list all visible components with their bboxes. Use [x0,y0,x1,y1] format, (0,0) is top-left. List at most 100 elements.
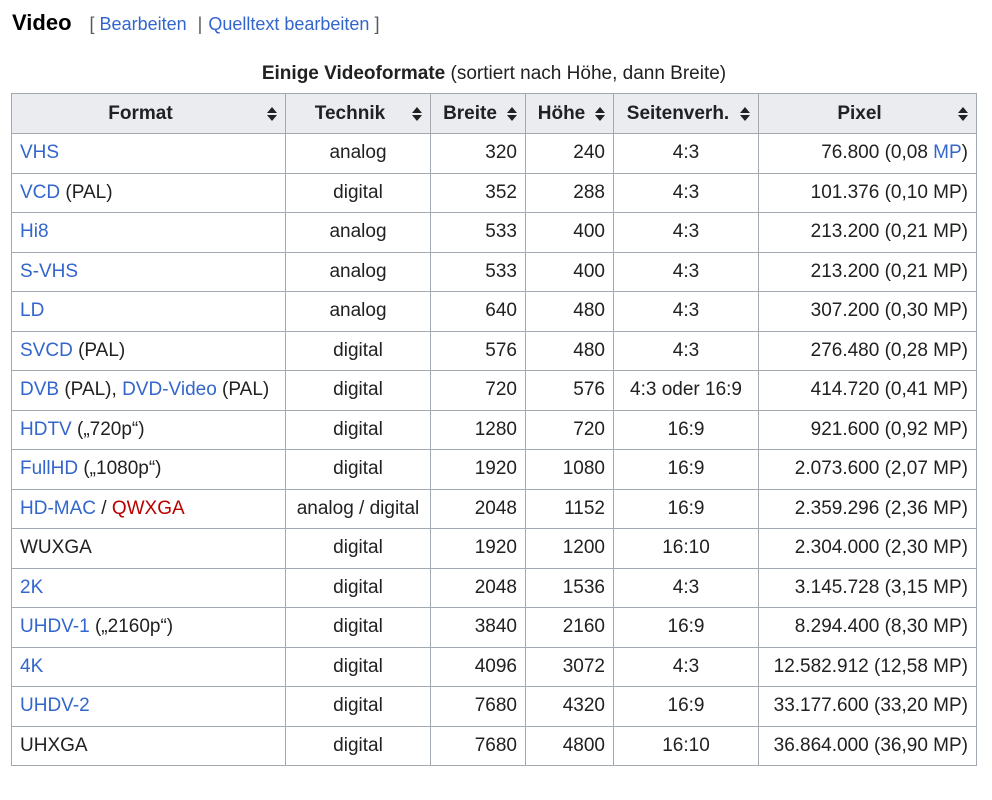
cell-pixel: 213.200 (0,21 MP) [758,251,977,292]
sort-icon[interactable] [412,106,422,121]
cell-pixel: 414.720 (0,41 MP) [758,370,977,411]
table-row: UHDV-2 digital 7680 4320 16:9 33.177.600 (33,… [11,686,977,727]
cell-text: 12.582.912 (12,58 MP) [773,655,968,677]
sort-icon[interactable] [507,106,517,121]
cell-format: LD [11,291,286,332]
format-link[interactable]: FullHD [20,458,78,479]
cell-breite: 320 [430,133,526,174]
cell-pixel: 2.073.600 (2,07 MP) [758,449,977,490]
cell-text: (PAL) [216,379,270,401]
header-label: Pixel [837,102,882,124]
format-link[interactable]: Hi8 [20,221,49,242]
cell-text: / [96,497,112,519]
cell-breite: 640 [430,291,526,332]
cell-breite: 2048 [430,488,526,529]
format-link[interactable]: 4K [20,656,43,677]
format-link[interactable]: HDTV [20,419,72,440]
cell-text: (PAL) [60,181,113,203]
cell-breite: 7680 [430,725,526,766]
cell-text: 2.359.296 (2,36 MP) [794,497,968,519]
cell-pixel: 276.480 (0,28 MP) [758,330,977,371]
cell-seitenverhaeltnis: 16:10 [613,528,759,569]
format-link[interactable]: 2K [20,577,43,598]
format-link[interactable]: HD-MAC [20,498,96,519]
cell-pixel: 2.359.296 (2,36 MP) [758,488,977,529]
cell-seitenverhaeltnis: 16:9 [613,409,759,450]
cell-seitenverhaeltnis: 4:3 [613,251,759,292]
table-row: HD-MAC / QWXGA analog / digital 2048 1152 16… [11,488,977,529]
cell-pixel: 8.294.400 (8,30 MP) [758,607,977,648]
cell-format: WUXGA [11,528,286,569]
header-label: Breite [443,102,497,124]
sort-icon[interactable] [267,106,277,121]
format-link[interactable]: SVCD [20,340,73,361]
cell-format: S-VHS [11,251,286,292]
table-row: HDTV („720p“) digital 1280 720 16:9 921.600 (… [11,409,977,450]
column-header-format[interactable]: Format [11,93,286,134]
sort-icon[interactable] [595,106,605,121]
cell-seitenverhaeltnis: 16:9 [613,686,759,727]
redlink[interactable]: QWXGA [112,498,185,519]
table-row: LD analog 640 480 4:3 307.200 (0,30 MP) [11,291,977,332]
cell-hoehe: 1200 [525,528,614,569]
format-link[interactable]: VCD [20,182,60,203]
cell-format: DVB (PAL), DVD-Video (PAL) [11,370,286,411]
format-link[interactable]: UHDV-2 [20,695,90,716]
format-link[interactable]: DVD-Video [122,379,217,400]
cell-text: 2.073.600 (2,07 MP) [794,458,968,480]
cell-technik: digital [285,370,431,411]
column-header-technik[interactable]: Technik [285,93,431,134]
cell-hoehe: 400 [525,251,614,292]
cell-text: ) [961,142,968,164]
table-row: 2K digital 2048 1536 4:3 3.145.728 (3,15 MP) [11,567,977,608]
cell-hoehe: 2160 [525,607,614,648]
cell-technik: analog / digital [285,488,431,529]
format-link[interactable]: LD [20,300,44,321]
cell-breite: 533 [430,251,526,292]
column-header-breite[interactable]: Breite [430,93,526,134]
edit-source-link[interactable]: Quelltext bearbeiten [208,14,369,34]
cell-technik: digital [285,172,431,213]
cell-text: UHXGA [20,734,88,756]
cell-text: 101.376 (0,10 MP) [810,181,968,203]
format-link[interactable]: S-VHS [20,261,78,282]
cell-text: 2.304.000 (2,30 MP) [794,537,968,559]
cell-seitenverhaeltnis: 4:3 [613,172,759,213]
header-row: Format Technik Breite Höhe Seitenverh. P… [11,93,977,134]
cell-breite: 1920 [430,449,526,490]
cell-breite: 1920 [430,528,526,569]
cell-technik: digital [285,449,431,490]
edit-link[interactable]: Bearbeiten [100,14,187,34]
column-header-hoehe[interactable]: Höhe [525,93,614,134]
cell-format: 4K [11,646,286,687]
format-link[interactable]: UHDV-1 [20,616,90,637]
cell-text: (PAL) [72,339,126,361]
cell-text: („720p“) [71,418,145,440]
format-link[interactable]: DVB [20,379,59,400]
sort-icon[interactable] [958,106,968,121]
cell-seitenverhaeltnis: 16:10 [613,725,759,766]
table-row: DVB (PAL), DVD-Video (PAL) digital 720 576 4… [11,370,977,411]
column-header-pixel[interactable]: Pixel [758,93,977,134]
cell-format: FullHD („1080p“) [11,449,286,490]
cell-text: 414.720 (0,41 MP) [810,379,968,401]
cell-technik: digital [285,725,431,766]
column-header-seitenverhaeltnis[interactable]: Seitenverh. [613,93,759,134]
cell-technik: digital [285,686,431,727]
sort-icon[interactable] [740,106,750,121]
cell-pixel: 2.304.000 (2,30 MP) [758,528,977,569]
cell-pixel: 33.177.600 (33,20 MP) [758,686,977,727]
cell-technik: digital [285,330,431,371]
format-link[interactable]: MP [933,142,962,163]
table-row: S-VHS analog 533 400 4:3 213.200 (0,21 MP) [11,251,977,292]
format-link[interactable]: VHS [20,142,59,163]
cell-format: SVCD (PAL) [11,330,286,371]
cell-breite: 1280 [430,409,526,450]
cell-pixel: 3.145.728 (3,15 MP) [758,567,977,608]
cell-hoehe: 576 [525,370,614,411]
cell-format: UHXGA [11,725,286,766]
cell-technik: digital [285,409,431,450]
cell-format: VCD (PAL) [11,172,286,213]
table-row: VHS analog 320 240 4:3 76.800 (0,08 MP) [11,133,977,174]
table-caption: Einige Videoformate (sortiert nach Höhe,… [11,63,977,93]
